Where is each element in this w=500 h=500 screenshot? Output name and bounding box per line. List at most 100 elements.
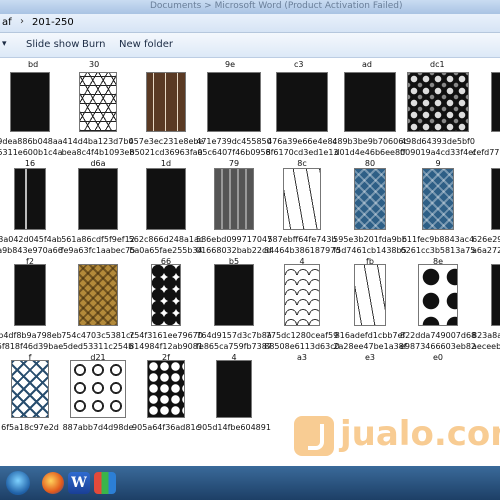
firefox-icon[interactable] bbox=[42, 472, 64, 494]
figure-panel-icon bbox=[216, 360, 252, 418]
thumbnail-wrap bbox=[64, 360, 132, 418]
file-name-line: 775dc1280ceaf59 bbox=[265, 331, 339, 340]
file-name-line: 5f818f46d39bae bbox=[0, 342, 64, 351]
file-name-line: 561a86cdf5f9ef12 bbox=[61, 235, 135, 244]
file-caption: c3 bbox=[294, 60, 304, 69]
thumbnail-wrap bbox=[472, 264, 500, 326]
file-name-line: 414d4ba123d7b0 bbox=[62, 137, 134, 146]
thumbnail-wrap bbox=[336, 264, 404, 326]
file-name-line: 88508e6113d63c0 bbox=[264, 342, 340, 351]
breadcrumb-parent[interactable]: af bbox=[2, 17, 12, 28]
file-name-line: f5d7461cb1438b5 bbox=[333, 246, 407, 255]
file-name-line: 764d9157d3c7b8a bbox=[196, 331, 272, 340]
thumbnail-wrap bbox=[64, 264, 132, 326]
partial-panel-icon bbox=[491, 168, 500, 230]
thumbnail-wrap bbox=[268, 168, 336, 230]
thumbnail-wrap bbox=[268, 72, 336, 132]
start-button-icon[interactable] bbox=[6, 471, 30, 495]
thumbnail-wrap bbox=[472, 168, 500, 230]
rose-icon bbox=[10, 72, 50, 132]
address-bar[interactable]: af › 201-250 bbox=[0, 14, 500, 33]
flower-cluster-icon bbox=[418, 264, 458, 326]
file-name-line: 6f5a18c97e2d bbox=[1, 423, 59, 432]
file-name-line: aeceeb bbox=[472, 342, 500, 351]
title-bar: Documents > Microsoft Word (Product Acti… bbox=[0, 0, 500, 14]
file-name-line: fe865ca759fb7387 bbox=[196, 342, 272, 351]
file-caption: ad bbox=[362, 60, 372, 69]
thumbnail-wrap bbox=[0, 264, 64, 326]
app-icon[interactable] bbox=[94, 472, 116, 494]
thumbnail-wrap bbox=[64, 168, 132, 230]
file-name-line: b4df8b9a798eb bbox=[0, 331, 62, 340]
thumbnail-wrap bbox=[132, 72, 200, 132]
thumbnail-wrap bbox=[336, 72, 404, 132]
grey-panel-icon bbox=[214, 168, 254, 230]
gold-lattice-icon bbox=[78, 264, 118, 326]
file-name-line: 2a28ee47be1a38f bbox=[333, 342, 407, 351]
file-name-line: 595e3b201fda9bb bbox=[333, 235, 407, 244]
file-name-line: 816adefd1cbb7ef bbox=[334, 331, 406, 340]
thumbnail-wrap bbox=[200, 72, 268, 132]
file-caption: 9e bbox=[225, 60, 236, 69]
file-name-line: a9b843e970a66 bbox=[0, 246, 63, 255]
thumbnail-wrap bbox=[0, 72, 64, 132]
blue-lattice-icon bbox=[11, 360, 49, 418]
file-name-line: 05c6407f46b0956 bbox=[197, 148, 271, 157]
arch-pattern-icon bbox=[284, 264, 320, 326]
floral-panel-icon bbox=[407, 72, 469, 132]
ornament-strip-icon bbox=[354, 264, 386, 326]
file-name-line: 562c866d248a1ac bbox=[128, 235, 204, 244]
breadcrumb-separator-icon: › bbox=[20, 16, 24, 27]
thumbnail-wrap bbox=[404, 264, 472, 326]
circle-pattern-icon bbox=[147, 360, 185, 418]
file-name-line: 626e298 bbox=[472, 235, 500, 244]
blue-lattice-icon bbox=[422, 168, 454, 230]
file-name-line: 587ebff64fe743b bbox=[267, 235, 337, 244]
word-icon[interactable]: W bbox=[68, 472, 90, 494]
thumbnail-wrap bbox=[200, 168, 268, 230]
file-name-line: 887abb7d4d98de bbox=[62, 423, 134, 432]
thumbnail-wrap bbox=[132, 264, 200, 326]
birch-trees-icon bbox=[146, 72, 186, 132]
thumbnail-wrap bbox=[132, 360, 200, 418]
file-name-line: a6a272 bbox=[472, 246, 500, 255]
paisley-panel-icon bbox=[78, 168, 118, 230]
thumbnail-wrap bbox=[64, 72, 132, 132]
slideshow-button[interactable]: Slide show bbox=[26, 39, 79, 50]
file-name-line: 5311e600b1c4a bbox=[0, 148, 63, 157]
swirl-panel-icon bbox=[283, 168, 321, 230]
window-title: Documents > Microsoft Word (Product Acti… bbox=[150, 1, 403, 11]
file-name-line: 498d64393de5bf0 bbox=[401, 137, 475, 146]
file-name-line: b5021cd36963faa bbox=[129, 148, 203, 157]
command-bar: ▾ Slide show Burn New folder bbox=[0, 33, 500, 58]
file-name-line: 3a042d045f4ab bbox=[0, 235, 62, 244]
wave-pattern-icon bbox=[70, 360, 126, 418]
burn-button[interactable]: Burn bbox=[82, 39, 105, 50]
thumbnail-wrap bbox=[200, 264, 268, 326]
thumbnail-wrap bbox=[200, 360, 268, 418]
breadcrumb-current[interactable]: 201-250 bbox=[32, 17, 74, 28]
thumbnail-wrap bbox=[132, 168, 200, 230]
file-name-line: fe9a63fc1aabec75 bbox=[60, 246, 136, 255]
file-name-line: 814984f12ab9081 bbox=[129, 342, 203, 351]
ornament-strip-icon bbox=[14, 168, 46, 230]
file-name-line: e3 bbox=[364, 353, 375, 362]
thumbnail-wrap bbox=[404, 72, 472, 132]
partial-panel-icon bbox=[491, 72, 500, 132]
file-name-line: e0 bbox=[432, 353, 443, 362]
fairy-mushroom-icon bbox=[207, 72, 261, 132]
file-name-line: 8f6170cd3ed1e13 bbox=[265, 148, 339, 157]
thumbnail-wrap bbox=[472, 72, 500, 132]
file-name-line: d01d4e46b6ee8ff bbox=[334, 148, 406, 157]
file-name-line: 905d14fbe604891 bbox=[197, 423, 271, 432]
file-view[interactable]: bd 30 9e c3 ad dc1 9dea886b048aa 5311e600… bbox=[0, 58, 500, 466]
file-name-line: 84464b38618797d bbox=[264, 246, 340, 255]
chevron-down-icon[interactable]: ▾ bbox=[2, 39, 7, 49]
thumbnail-wrap bbox=[404, 168, 472, 230]
file-name-line: 822dda749007d68 bbox=[400, 331, 476, 340]
taskbar: W bbox=[0, 466, 500, 500]
file-name-line: 5ded53311c254b bbox=[62, 342, 134, 351]
new-folder-button[interactable]: New folder bbox=[119, 39, 173, 50]
watermark-text: jualo.com bbox=[340, 414, 500, 454]
explorer-window: Documents > Microsoft Word (Product Acti… bbox=[0, 0, 500, 500]
